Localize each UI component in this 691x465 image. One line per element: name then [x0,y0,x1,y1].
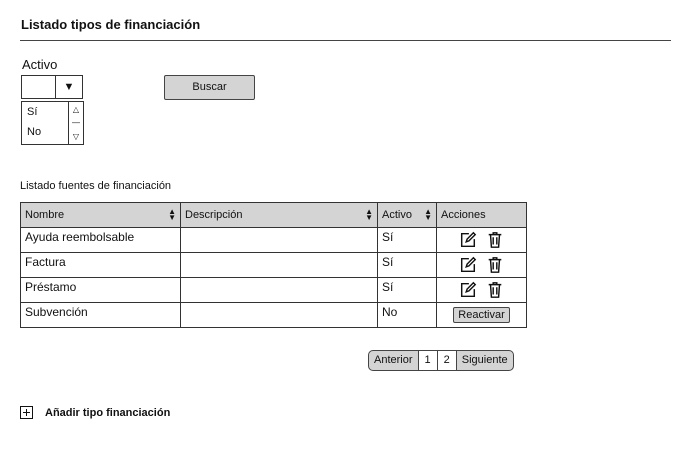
cell-descripcion [180,302,378,328]
page-title: Listado tipos de financiación [21,17,201,32]
activo-filter-label: Activo [22,57,58,72]
edit-icon[interactable] [459,256,477,274]
search-button[interactable]: Buscar [164,75,255,100]
edit-icon[interactable] [459,281,477,299]
add-financing-type-button[interactable]: Añadir tipo financiación [20,406,170,419]
plus-box-icon[interactable] [20,406,33,419]
table-row: Factura Sí [20,252,527,278]
financing-table: Nombre ▲ ▼ Descripción ▲ ▼ Activo ▲ ▼ Accio… [20,202,527,328]
table-header-row: Nombre ▲ ▼ Descripción ▲ ▼ Activo ▲ ▼ Accio… [20,202,527,228]
scroll-thumb-icon[interactable]: — [69,118,83,128]
column-header-acciones: Acciones [436,202,527,228]
column-label-nombre: Nombre [25,209,65,221]
option-si[interactable]: Sí [27,106,37,118]
cell-descripcion [180,227,378,253]
cell-descripcion [180,277,378,303]
pagination-next-button[interactable]: Siguiente [457,351,513,370]
cell-activo: Sí [377,277,437,303]
column-header-activo[interactable]: Activo ▲ ▼ [377,202,437,228]
column-label-descripcion: Descripción [185,209,243,221]
pagination-prev-button[interactable]: Anterior [369,351,419,370]
cell-acciones [436,277,527,303]
title-divider [20,40,671,41]
cell-descripcion [180,252,378,278]
pagination-page-2[interactable]: 2 [437,351,457,370]
table-row: Ayuda reembolsable Sí [20,227,527,253]
table-title: Listado fuentes de financiación [20,180,172,192]
trash-icon[interactable] [486,231,504,249]
activo-options-list: Sí No △ — ▽ [21,101,84,145]
sort-icon[interactable]: ▲ ▼ [168,208,176,222]
cell-nombre: Factura [20,252,181,278]
reactivate-button[interactable]: Reactivar [453,307,510,323]
add-financing-type-label: Añadir tipo financiación [45,406,171,419]
cell-acciones [436,252,527,278]
column-header-descripcion[interactable]: Descripción ▲ ▼ [180,202,378,228]
column-label-activo: Activo [382,209,412,221]
trash-icon[interactable] [486,281,504,299]
cell-activo: Sí [377,252,437,278]
cell-acciones [436,227,527,253]
scroll-up-icon[interactable]: △ [69,105,83,115]
table-row: Préstamo Sí [20,277,527,303]
cell-activo: No [377,302,437,328]
column-label-acciones: Acciones [441,209,486,221]
edit-icon[interactable] [459,231,477,249]
cell-activo: Sí [377,227,437,253]
sort-icon[interactable]: ▲ ▼ [424,208,432,222]
cell-nombre: Ayuda reembolsable [20,227,181,253]
triangle-down-icon[interactable]: ▼ [55,76,82,98]
options-scrollbar[interactable]: △ — ▽ [68,102,83,144]
cell-nombre: Préstamo [20,277,181,303]
option-no[interactable]: No [27,126,41,138]
column-header-nombre[interactable]: Nombre ▲ ▼ [20,202,181,228]
table-row: Subvención No Reactivar [20,302,527,328]
cell-nombre: Subvención [20,302,181,328]
cell-acciones: Reactivar [436,302,527,328]
scroll-down-icon[interactable]: ▽ [69,132,83,142]
activo-select[interactable]: ▼ [21,75,83,99]
trash-icon[interactable] [486,256,504,274]
pagination-page-1[interactable]: 1 [418,351,438,370]
pagination: Anterior 1 2 Siguiente [368,350,514,371]
sort-icon[interactable]: ▲ ▼ [365,208,373,222]
